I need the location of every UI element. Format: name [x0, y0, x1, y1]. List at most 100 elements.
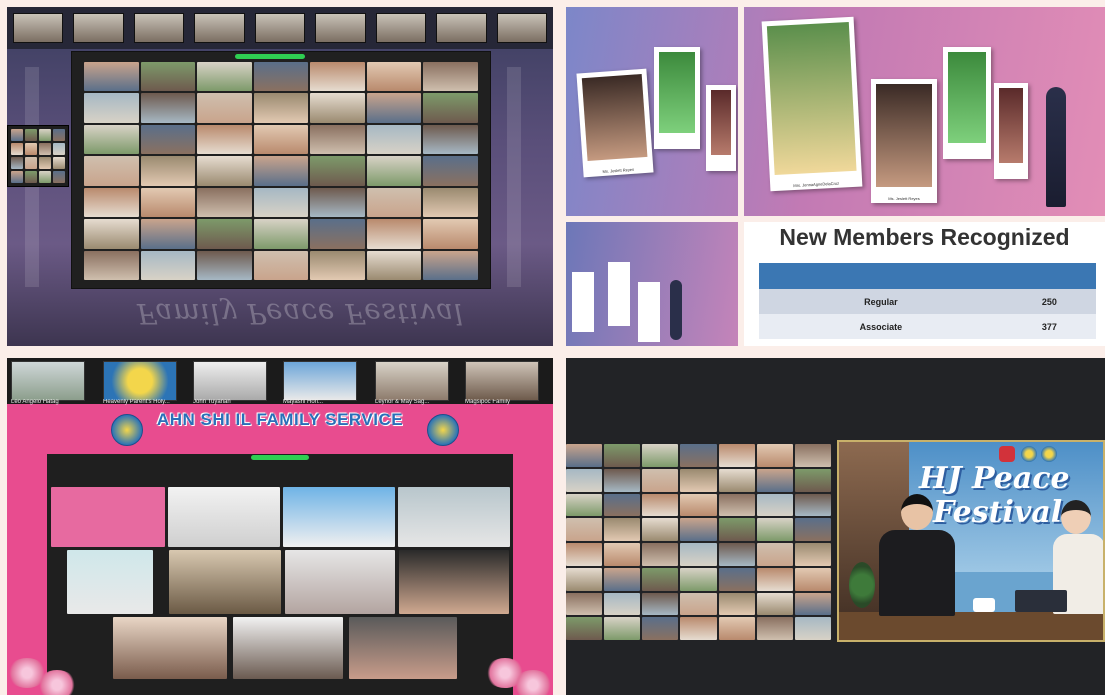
video-tile[interactable]: [642, 617, 679, 640]
video-tile[interactable]: [642, 468, 679, 492]
video-tile[interactable]: [756, 617, 793, 640]
video-tile[interactable]: [680, 468, 717, 492]
video-tile[interactable]: [718, 567, 755, 591]
video-tile[interactable]: [604, 567, 641, 591]
video-tile[interactable]: [794, 592, 831, 616]
video-tile[interactable]: [168, 487, 280, 547]
video-tile[interactable]: [310, 250, 365, 280]
speaker-video[interactable]: HJ Peace Festival: [837, 440, 1105, 642]
video-tile[interactable]: [39, 143, 51, 155]
video-tile[interactable]: [642, 592, 679, 616]
video-tile[interactable]: [140, 219, 196, 249]
video-tile[interactable]: [39, 157, 51, 169]
video-tile[interactable]: [756, 567, 793, 591]
video-tile[interactable]: [84, 124, 139, 155]
video-tile[interactable]: [84, 62, 139, 92]
video-tile[interactable]: [84, 250, 139, 280]
video-tile[interactable]: [25, 157, 37, 169]
video-tile[interactable]: [756, 493, 793, 517]
video-tile[interactable]: [423, 219, 478, 249]
video-tile[interactable]: [794, 493, 831, 517]
video-tile[interactable]: [566, 592, 603, 616]
video-tile[interactable]: [680, 592, 717, 616]
video-thumbnail[interactable]: [193, 361, 267, 401]
video-thumbnail[interactable]: [436, 13, 487, 43]
video-thumbnail[interactable]: [11, 361, 85, 401]
video-tile[interactable]: [642, 444, 679, 467]
video-tile[interactable]: [253, 124, 309, 155]
video-thumbnail[interactable]: [283, 361, 357, 401]
video-tile[interactable]: [285, 550, 395, 614]
video-tile[interactable]: [566, 617, 603, 640]
video-tile[interactable]: [366, 187, 422, 218]
video-tile[interactable]: [423, 62, 478, 92]
video-tile[interactable]: [84, 219, 139, 249]
video-tile[interactable]: [84, 156, 139, 186]
video-tile[interactable]: [349, 617, 457, 679]
video-tile[interactable]: [756, 543, 793, 566]
video-tile[interactable]: [53, 129, 65, 141]
video-tile[interactable]: [113, 617, 227, 679]
video-tile[interactable]: [566, 493, 603, 517]
video-tile[interactable]: [642, 567, 679, 591]
video-tile[interactable]: [794, 468, 831, 492]
video-tile[interactable]: [253, 219, 309, 249]
video-thumbnail[interactable]: [496, 13, 547, 43]
video-tile[interactable]: [680, 617, 717, 640]
video-tile[interactable]: [310, 124, 365, 155]
video-tile[interactable]: [11, 143, 23, 155]
video-tile[interactable]: [51, 487, 165, 547]
video-tile[interactable]: [604, 592, 641, 616]
video-tile[interactable]: [756, 592, 793, 616]
video-tile[interactable]: [53, 143, 65, 155]
video-tile[interactable]: [566, 444, 603, 467]
video-tile[interactable]: [140, 250, 196, 280]
video-tile[interactable]: [366, 250, 422, 280]
video-tile[interactable]: [566, 567, 603, 591]
video-tile[interactable]: [283, 487, 395, 547]
video-tile[interactable]: [197, 124, 252, 155]
video-tile[interactable]: [399, 550, 509, 614]
video-tile[interactable]: [140, 156, 196, 186]
video-tile[interactable]: [197, 93, 252, 123]
video-tile[interactable]: [423, 156, 478, 186]
video-thumbnail[interactable]: [465, 361, 539, 401]
video-tile[interactable]: [197, 156, 252, 186]
video-tile[interactable]: [718, 617, 755, 640]
video-tile[interactable]: [169, 550, 281, 614]
video-tile[interactable]: [423, 93, 478, 123]
video-tile[interactable]: [310, 187, 365, 218]
video-tile[interactable]: [794, 543, 831, 566]
video-tile[interactable]: [794, 444, 831, 467]
video-tile[interactable]: [566, 468, 603, 492]
video-tile[interactable]: [642, 543, 679, 566]
video-tile[interactable]: [718, 518, 755, 541]
video-tile[interactable]: [366, 156, 422, 186]
video-tile[interactable]: [398, 487, 510, 547]
zoom-gallery-window[interactable]: [71, 51, 491, 289]
video-tile[interactable]: [253, 156, 309, 186]
video-tile[interactable]: [25, 171, 37, 183]
video-thumbnail[interactable]: [103, 361, 177, 401]
video-tile[interactable]: [233, 617, 343, 679]
video-tile[interactable]: [642, 493, 679, 517]
video-tile[interactable]: [366, 62, 422, 92]
video-thumbnail[interactable]: [375, 361, 449, 401]
video-tile[interactable]: [366, 124, 422, 155]
video-thumbnail[interactable]: [375, 13, 427, 43]
video-tile[interactable]: [680, 567, 717, 591]
video-tile[interactable]: [718, 543, 755, 566]
video-tile[interactable]: [680, 543, 717, 566]
video-thumbnail[interactable]: [13, 13, 64, 43]
video-tile[interactable]: [310, 156, 365, 186]
video-tile[interactable]: [794, 518, 831, 541]
video-tile[interactable]: [11, 129, 23, 141]
video-tile[interactable]: [253, 62, 309, 92]
video-thumbnail[interactable]: [133, 13, 185, 43]
video-tile[interactable]: [84, 93, 139, 123]
video-tile[interactable]: [566, 518, 603, 541]
video-tile[interactable]: [680, 444, 717, 467]
video-tile[interactable]: [718, 444, 755, 467]
video-thumbnail[interactable]: [315, 13, 366, 43]
video-thumbnail[interactable]: [194, 13, 245, 43]
